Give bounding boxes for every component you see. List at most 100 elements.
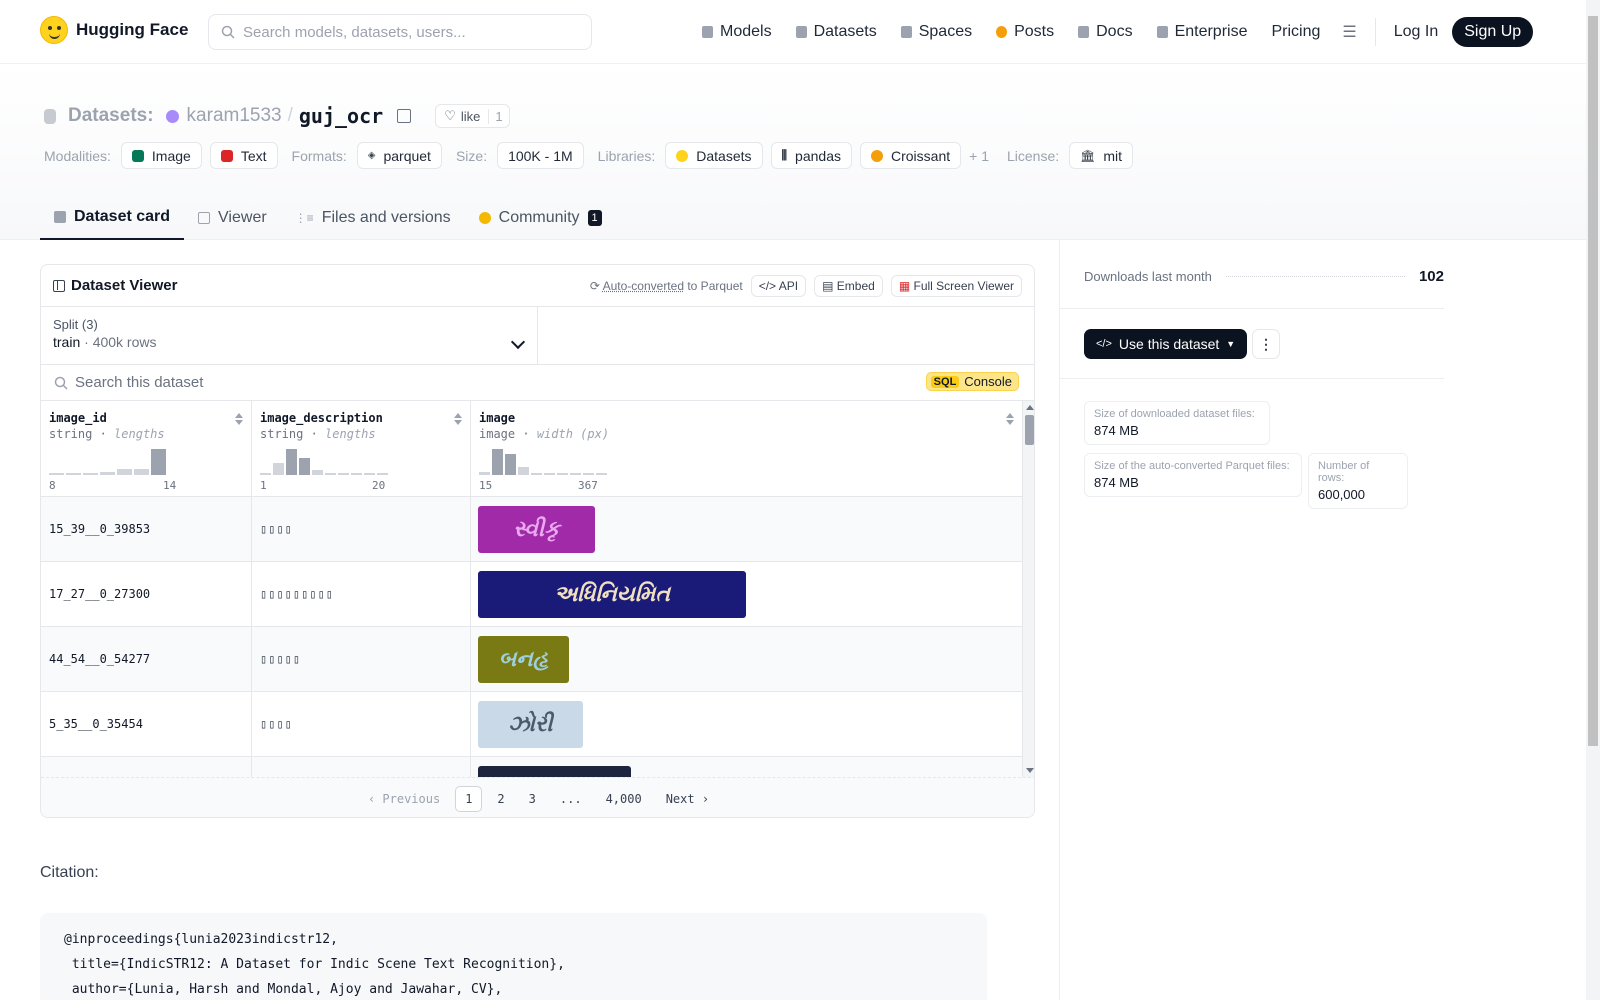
page-1-button[interactable]: 1 <box>455 785 483 812</box>
stat-value: 874 MB <box>1094 423 1139 438</box>
column-header-image[interactable]: image image · width (px) 15 367 <box>471 401 1022 496</box>
tag-image[interactable]: Image <box>120 142 202 169</box>
viewer-search-input[interactable]: Search this dataset SQL Console <box>41 365 1034 401</box>
owner-link[interactable]: karam1533 <box>187 105 282 127</box>
sort-icon[interactable] <box>235 413 243 425</box>
use-dataset-label: Use this dataset <box>1118 336 1220 352</box>
column-type: string · lengths <box>260 427 376 441</box>
viewer-title-label: Dataset Viewer <box>71 277 178 294</box>
dataset-tabs: Dataset card Viewer ⋮≡ Files and versions… <box>40 196 616 240</box>
tag-text[interactable]: Text <box>209 142 278 169</box>
tags-row: Modalities: Image Text Formats: ◈ parquet… <box>44 142 1141 169</box>
viewer-title: Dataset Viewer <box>53 277 177 294</box>
table-icon <box>198 212 211 224</box>
histogram-min: 1 <box>260 479 267 492</box>
tag-croissant[interactable]: Croissant <box>859 142 962 169</box>
column-header-image-id[interactable]: image_id string · lengths 8 14 <box>41 401 252 496</box>
next-label: Next <box>665 791 695 806</box>
scroll-up-icon[interactable] <box>1026 405 1034 410</box>
histogram-bar <box>531 473 542 475</box>
next-page-button[interactable]: Next › <box>657 787 718 811</box>
thumbnail-image[interactable]: બનહૃ <box>478 635 569 683</box>
nav-posts[interactable]: Posts <box>996 23 1054 41</box>
table-scrollbar[interactable] <box>1022 401 1034 777</box>
page-scrollbar[interactable] <box>1586 0 1600 1000</box>
thumbnail-image[interactable] <box>478 765 631 777</box>
histogram-bar <box>338 473 349 475</box>
histogram-bar <box>299 458 310 475</box>
sort-icon[interactable] <box>454 413 462 425</box>
histogram-bar <box>518 467 529 475</box>
sql-console-button[interactable]: SQL Console <box>925 372 1019 391</box>
slash-separator: / <box>287 105 293 126</box>
kebab-icon: ⋮ <box>1259 335 1273 352</box>
like-button[interactable]: ♡ like 1 <box>435 104 510 128</box>
like-label: like <box>460 108 481 124</box>
column-header-image-description[interactable]: image_description string · lengths 1 20 <box>252 401 471 496</box>
tag-pandas-label: pandas <box>795 147 841 164</box>
section-label[interactable]: Datasets: <box>68 105 154 127</box>
sort-icon[interactable] <box>1006 413 1014 425</box>
viewer-actions: ⟳ Auto-converted to Parquet </> API ▤ Em… <box>590 274 1022 297</box>
tab-community[interactable]: Community 1 <box>465 196 616 240</box>
split-select[interactable]: Split (3) train · 400k rows <box>41 307 538 364</box>
table-row[interactable] <box>41 757 1022 777</box>
code-icon: </> <box>1096 338 1112 350</box>
previous-page-button[interactable]: ‹ Previous <box>359 787 449 811</box>
page-3-button[interactable]: 3 <box>520 787 545 811</box>
nav-models[interactable]: Models <box>702 23 772 41</box>
brand-logo[interactable]: Hugging Face <box>40 16 188 44</box>
column-stat: lengths <box>325 427 376 441</box>
histogram <box>260 445 388 475</box>
global-search-input[interactable]: Search models, datasets, users... <box>208 14 592 50</box>
nav-enterprise[interactable]: Enterprise <box>1156 23 1247 41</box>
nav-datasets-label: Datasets <box>813 23 877 40</box>
api-button[interactable]: </> API <box>750 274 807 297</box>
table-row[interactable]: 15_39__0_39853 ▯▯▯▯ સ્વીકૃ <box>41 497 1022 562</box>
thumbnail-image[interactable]: ઝોરી <box>478 700 583 748</box>
tag-license[interactable]: 🏛 mit <box>1069 142 1134 169</box>
table-row[interactable]: 44_54__0_54277 ▯▯▯▯▯ બનહૃ <box>41 627 1022 692</box>
dataset-name[interactable]: guj_ocr <box>299 104 383 128</box>
thumbnail-image[interactable]: અધિનિયમિત <box>478 570 746 618</box>
pagination: ‹ Previous 1 2 3 ... 4,000 Next › <box>41 777 1034 817</box>
cell-image-id <box>41 757 252 777</box>
auto-converted-note[interactable]: ⟳ Auto-converted to Parquet <box>590 279 743 293</box>
tab-viewer[interactable]: Viewer <box>184 196 281 240</box>
page-2-button[interactable]: 2 <box>488 787 513 811</box>
nav-datasets[interactable]: Datasets <box>795 23 877 41</box>
nav-posts-label: Posts <box>1014 23 1055 40</box>
nav-spaces[interactable]: Spaces <box>900 23 972 41</box>
use-this-dataset-button[interactable]: </> Use this dataset ▼ <box>1084 329 1248 359</box>
more-menu-icon[interactable]: ☰ <box>1342 22 1356 42</box>
more-options-button[interactable]: ⋮ <box>1252 329 1280 359</box>
cell-image-description <box>252 757 471 777</box>
tab-dataset-card[interactable]: Dataset card <box>40 196 185 240</box>
tag-pandas[interactable]: ⫼ pandas <box>770 142 852 169</box>
tag-size[interactable]: 100K - 1M <box>497 142 584 169</box>
embed-button[interactable]: ▤ Embed <box>814 274 883 297</box>
scroll-down-icon[interactable] <box>1026 768 1034 773</box>
histogram-bar <box>377 473 388 475</box>
sidebar-divider <box>1059 240 1060 1000</box>
tag-license-label: mit <box>1103 147 1123 164</box>
page-scroll-thumb[interactable] <box>1588 16 1598 746</box>
last-page-button[interactable]: 4,000 <box>597 787 651 811</box>
thumbnail-image[interactable]: સ્વીકૃ <box>478 505 595 553</box>
nav-docs[interactable]: Docs <box>1078 23 1133 41</box>
tab-files[interactable]: ⋮≡ Files and versions <box>281 196 465 240</box>
tag-datasets[interactable]: Datasets <box>665 142 763 169</box>
full-screen-button[interactable]: ▦ Full Screen Viewer <box>890 274 1022 297</box>
nav-pricing[interactable]: Pricing <box>1271 23 1320 41</box>
libraries-more[interactable]: + 1 <box>969 148 989 164</box>
tag-parquet[interactable]: ◈ parquet <box>356 142 442 169</box>
auto-converted-link: Auto-converted <box>602 278 684 293</box>
signup-button[interactable]: Sign Up <box>1452 17 1534 47</box>
histogram-max: 14 <box>163 479 177 492</box>
scroll-thumb[interactable] <box>1025 415 1034 445</box>
login-link[interactable]: Log In <box>1394 23 1438 41</box>
copy-icon[interactable] <box>397 109 412 123</box>
table-row[interactable]: 5_35__0_35454 ▯▯▯▯ ઝોરી <box>41 692 1022 757</box>
table-row[interactable]: 17_27__0_27300 ▯▯▯▯▯▯▯▯▯ અધિનિયમિત <box>41 562 1022 627</box>
code-icon: </> <box>758 278 777 293</box>
